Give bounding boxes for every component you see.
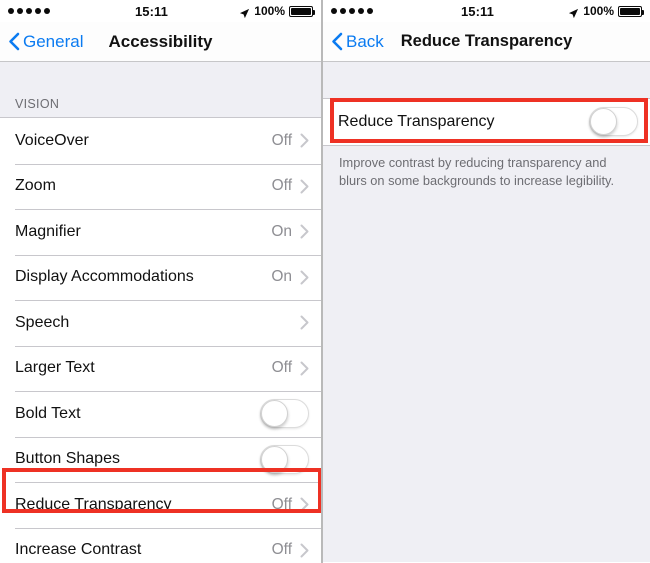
row-label: Reduce Transparency xyxy=(338,112,495,130)
bold-text-toggle[interactable] xyxy=(260,399,309,429)
back-button[interactable]: Back xyxy=(323,32,384,52)
battery-full-icon xyxy=(289,5,315,17)
chevron-right-icon xyxy=(300,270,309,285)
list-item-zoom[interactable]: Zoom Off xyxy=(0,163,321,209)
status-bar: 15:11 100% xyxy=(323,0,650,22)
reduce-transparency-toggle[interactable] xyxy=(589,107,638,137)
list-item-bold-text[interactable]: Bold Text xyxy=(0,391,321,437)
list-item-button-shapes[interactable]: Button Shapes xyxy=(0,436,321,482)
row-label: Larger Text xyxy=(15,359,95,377)
signal-dot xyxy=(8,8,14,14)
toggle-knob xyxy=(261,400,288,428)
row-value: Off xyxy=(271,541,292,559)
row-label: Magnifier xyxy=(15,222,81,240)
signal-dot xyxy=(44,8,50,14)
chevron-right-icon xyxy=(300,361,309,376)
right-phone-screen: 15:11 100% Back Reduce Transparency Redu… xyxy=(322,0,650,563)
chevron-right-icon xyxy=(300,224,309,239)
row-label: Bold Text xyxy=(15,404,81,422)
chevron-right-icon xyxy=(300,497,309,512)
battery-full-icon xyxy=(618,5,644,17)
section-header-vision: VISION xyxy=(15,97,60,111)
reduce-transparency-container: Reduce Transparency Improve contrast by … xyxy=(323,62,650,562)
signal-strength-dots xyxy=(8,8,94,14)
chevron-right-icon xyxy=(300,543,309,558)
reduce-transparency-table: Reduce Transparency xyxy=(323,98,650,146)
row-value: On xyxy=(271,268,292,286)
row-value: Off xyxy=(271,359,292,377)
row-label: Speech xyxy=(15,313,70,331)
row-label: Reduce Transparency xyxy=(15,495,172,513)
status-bar: 15:11 100% xyxy=(0,0,321,22)
signal-dot xyxy=(358,8,364,14)
navigation-bar: Back Reduce Transparency xyxy=(323,22,650,62)
signal-dot xyxy=(367,8,373,14)
list-item-magnifier[interactable]: Magnifier On xyxy=(0,209,321,255)
footnote-description: Improve contrast by reducing transparenc… xyxy=(339,154,615,188)
battery-percent-label: 100% xyxy=(583,4,614,18)
status-bar-right: 100% xyxy=(538,4,644,18)
back-button-label: Back xyxy=(346,31,384,51)
chevron-right-icon xyxy=(300,315,309,330)
signal-dot xyxy=(331,8,337,14)
battery-percent-label: 100% xyxy=(254,4,285,18)
chevron-left-icon xyxy=(8,32,20,51)
back-button-label: General xyxy=(23,31,84,51)
chevron-left-icon xyxy=(331,32,343,51)
signal-dot xyxy=(349,8,355,14)
button-shapes-toggle[interactable] xyxy=(260,444,309,474)
back-button-general[interactable]: General xyxy=(0,32,83,52)
list-item-speech[interactable]: Speech xyxy=(0,300,321,346)
list-item-reduce-transparency[interactable]: Reduce Transparency Off xyxy=(0,482,321,528)
chevron-right-icon xyxy=(300,179,309,194)
list-item-increase-contrast[interactable]: Increase Contrast Off xyxy=(0,527,321,562)
signal-strength-dots xyxy=(331,8,417,14)
signal-dot xyxy=(17,8,23,14)
toggle-knob xyxy=(261,445,288,473)
signal-dot xyxy=(26,8,32,14)
toggle-knob xyxy=(590,108,617,136)
signal-dot xyxy=(340,8,346,14)
status-bar-time: 15:11 xyxy=(460,3,495,19)
row-value: Off xyxy=(271,495,292,513)
row-value: On xyxy=(271,222,292,240)
status-bar-time: 15:11 xyxy=(134,3,169,19)
row-label: Button Shapes xyxy=(15,450,120,468)
navigation-bar: General Accessibility xyxy=(0,22,321,62)
location-arrow-icon xyxy=(239,6,250,18)
signal-dot xyxy=(35,8,41,14)
row-value: Off xyxy=(271,177,292,195)
row-label: VoiceOver xyxy=(15,131,89,149)
screenshot-stage: 15:11 100% General Accessibility VISION … xyxy=(0,0,650,563)
top-spacer xyxy=(323,62,650,98)
vision-settings-table: VoiceOver Off Zoom Off Magnifier On Disp… xyxy=(0,117,321,562)
settings-list-container[interactable]: VISION VoiceOver Off Zoom Off Magnifier … xyxy=(0,62,321,562)
left-phone-screen: 15:11 100% General Accessibility VISION … xyxy=(0,0,322,563)
row-value: Off xyxy=(271,131,292,149)
row-label: Increase Contrast xyxy=(15,541,142,559)
list-item-voiceover[interactable]: VoiceOver Off xyxy=(0,118,321,164)
status-bar-right: 100% xyxy=(209,4,315,18)
list-item-larger-text[interactable]: Larger Text Off xyxy=(0,345,321,391)
row-label: Display Accommodations xyxy=(15,268,194,286)
list-item-display-accommodations[interactable]: Display Accommodations On xyxy=(0,254,321,300)
list-item-reduce-transparency[interactable]: Reduce Transparency xyxy=(323,99,650,145)
location-arrow-icon xyxy=(568,6,579,18)
chevron-right-icon xyxy=(300,133,309,148)
row-label: Zoom xyxy=(15,177,56,195)
